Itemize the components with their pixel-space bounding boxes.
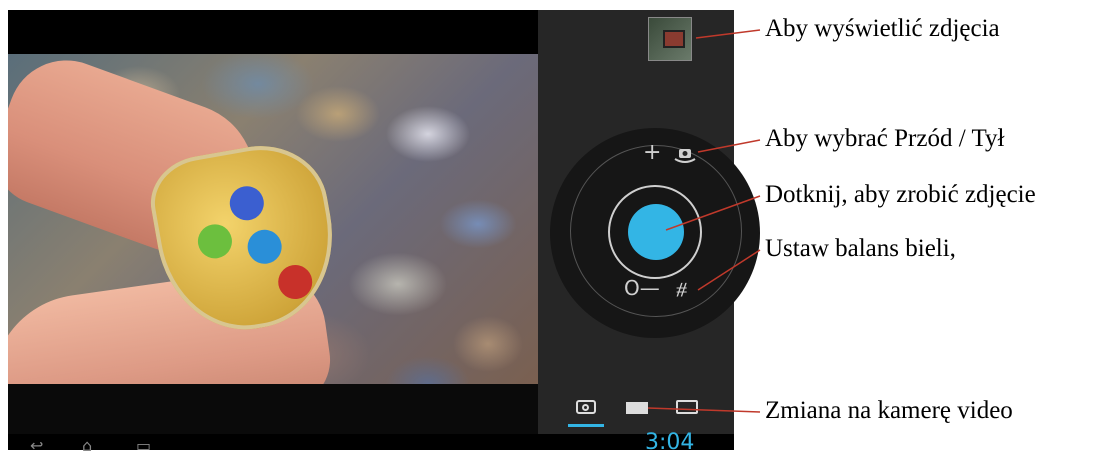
callout-switch-video: Zmiana na kamerę video [765, 397, 1013, 424]
callout-leader-lines [647, 29, 761, 413]
callout-white-balance: Ustaw balans bieli, [765, 235, 956, 262]
callout-take-photo: Dotknij, aby zrobić zdjęcie [765, 181, 1036, 208]
callout-view-photos: Aby wyświetlić zdjęcia [765, 15, 1000, 42]
callout-front-back: Aby wybrać Przód / Tył [765, 125, 1005, 152]
